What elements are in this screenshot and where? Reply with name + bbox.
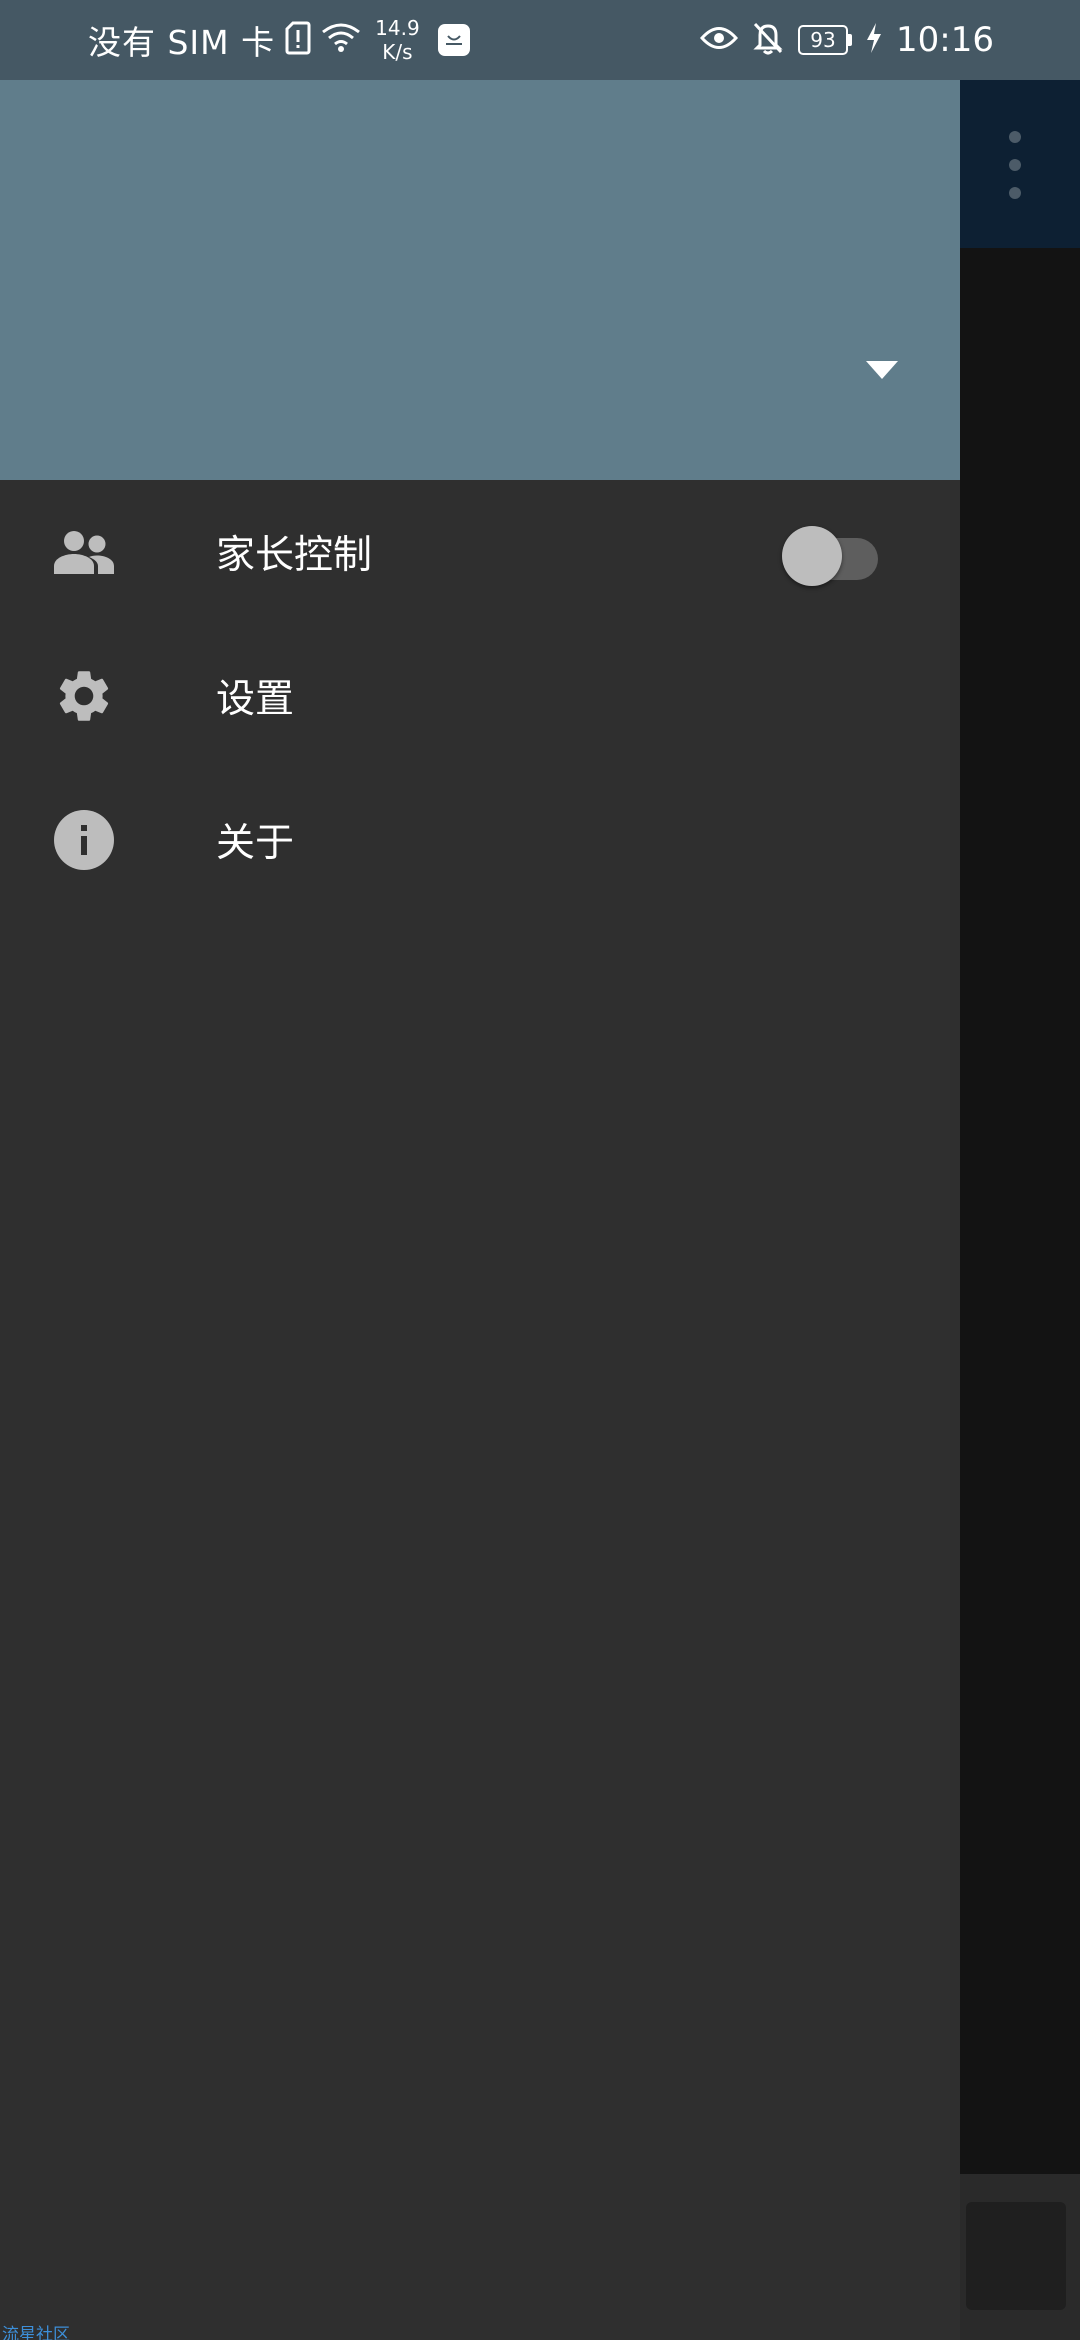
dropdown-triangle-icon[interactable] [860,355,904,385]
more-vert-icon[interactable] [990,125,1040,205]
charging-icon [866,23,882,57]
menu-item-about[interactable]: 关于 [0,768,960,912]
sim-alert-icon [285,21,311,59]
menu-item-label: 关于 [216,821,295,866]
clock: 10:16 [896,20,994,60]
battery-level: 93 [810,28,836,52]
wifi-icon [321,23,361,57]
battery-indicator: 93 [798,25,853,55]
drawer-menu: 家长控制 设置 关于 [0,480,960,912]
bell-off-icon [752,21,784,59]
switch-thumb [782,526,842,586]
status-bar: 没有 SIM 卡 14.9 K/s 93 10:16 [0,0,1080,80]
parental-control-switch[interactable] [782,522,880,586]
huawei-appgallery-icon [437,24,470,56]
speed-unit: K/s [382,40,413,64]
people-icon [52,520,116,584]
eye-icon [700,25,739,55]
menu-item-label: 设置 [216,677,295,722]
carrier-label: 没有 SIM 卡 [88,23,276,62]
menu-item-label: 家长控制 [216,533,373,578]
speed-value: 14.9 [375,16,420,40]
navigation-drawer: 家长控制 设置 关于 [0,0,960,2340]
info-icon [52,808,116,872]
menu-item-parental-control[interactable]: 家长控制 [0,480,960,624]
network-speed: 14.9 K/s [375,16,420,64]
background-bottom-card [966,2202,1066,2310]
gear-icon [52,664,116,728]
watermark: 流星社区 [2,2325,70,2340]
screen: 家长控制 设置 关于 没有 SIM 卡 14.9 K/s 93 10:16 流星… [0,0,1080,2340]
menu-item-settings[interactable]: 设置 [0,624,960,768]
